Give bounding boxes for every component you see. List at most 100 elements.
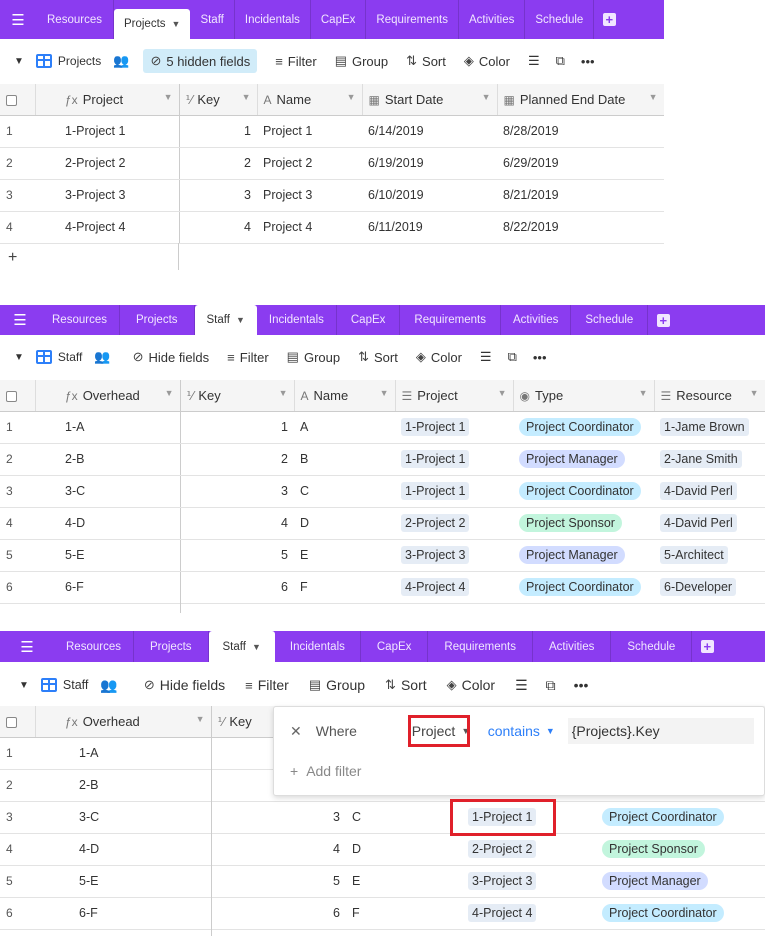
cell-name[interactable]: Project 1 — [257, 115, 362, 148]
cell-type[interactable]: Project Coordinator — [513, 411, 654, 444]
cell-start-date[interactable]: 6/19/2019 — [362, 147, 497, 180]
menu-icon[interactable]: ☰ — [0, 631, 54, 662]
sort-button[interactable]: ⇅ Sort — [385, 677, 427, 693]
view-switcher[interactable]: Staff — [40, 678, 88, 692]
cell-start-date[interactable]: 6/14/2019 — [362, 115, 497, 148]
filter-button[interactable]: ≡ Filter — [245, 677, 289, 693]
cell-end-date[interactable]: 8/28/2019 — [497, 115, 664, 148]
select-all-checkbox[interactable] — [0, 706, 36, 738]
tab-resources[interactable]: Resources — [40, 305, 120, 335]
sort-button[interactable]: ⇅ Sort — [358, 349, 398, 365]
cell-name[interactable]: B — [294, 443, 395, 476]
collapse-icon[interactable]: ▼ — [14, 56, 24, 67]
cell-overhead[interactable]: 2-B — [59, 769, 212, 802]
cell-name[interactable]: Project 3 — [257, 179, 362, 212]
filter-button[interactable]: ≡ Filter — [227, 350, 268, 365]
filter-button[interactable]: ≡ Filter — [275, 54, 316, 69]
column-header-overhead[interactable]: ƒx Overhead ▼ — [59, 380, 181, 412]
tab-incidentals[interactable]: Incidentals — [257, 305, 337, 335]
color-button[interactable]: ◈ Color — [447, 677, 495, 693]
cell-type[interactable]: Project Sponsor — [596, 833, 765, 866]
cell-project[interactable]: 2-Project 2 — [395, 507, 513, 540]
linked-record-pill[interactable]: 1-Jame Brown — [660, 418, 749, 436]
cell-type[interactable]: Project Coordinator — [513, 475, 654, 508]
add-filter-button[interactable]: + Add filter — [290, 763, 361, 779]
linked-record-pill[interactable]: 4-Project 4 — [468, 904, 537, 922]
cell-end-date[interactable]: 8/22/2019 — [497, 211, 664, 244]
share-icon[interactable]: ⧉ — [556, 53, 565, 69]
group-button[interactable]: ▤ Group — [309, 677, 365, 693]
tab-activities[interactable]: Activities — [501, 305, 572, 335]
cell-name[interactable]: F — [346, 897, 456, 930]
chevron-down-icon[interactable]: ▼ — [380, 388, 389, 398]
tab-staff[interactable]: Staff ▼ — [208, 631, 275, 662]
cell-key[interactable]: 5 — [211, 865, 346, 898]
tab-requirements[interactable]: Requirements — [400, 305, 501, 335]
chevron-down-icon[interactable]: ▼ — [236, 315, 245, 325]
cell-key[interactable]: 4 — [211, 833, 346, 866]
column-header-start-date[interactable]: ▦ Start Date ▼ — [362, 84, 498, 116]
cell-project[interactable]: 3-Project 3 — [456, 865, 596, 898]
tab-capex[interactable]: CapEx — [311, 0, 367, 39]
linked-record-pill[interactable]: 3-Project 3 — [401, 546, 470, 564]
cell-end-date[interactable]: 8/21/2019 — [497, 179, 664, 212]
row-height-icon[interactable]: ☰ — [480, 349, 492, 365]
chevron-down-icon[interactable]: ▼ — [242, 92, 251, 102]
view-switcher[interactable]: Staff — [35, 350, 82, 364]
tab-activities[interactable]: Activities — [533, 631, 612, 662]
tab-activities[interactable]: Activities — [459, 0, 526, 39]
table-row[interactable]: 3 3-C 3 C 1-Project 1 Project Coordinator 4-Da… — [0, 475, 765, 508]
chevron-down-icon[interactable]: ▼ — [172, 19, 181, 29]
cell-overhead[interactable]: 3-C — [59, 801, 212, 834]
cell-overhead[interactable]: 2-B — [59, 443, 181, 476]
cell-project[interactable]: 3-Project 3 — [59, 179, 180, 212]
table-row[interactable]: 1 1-Project 1 1 Project 1 6/14/2019 8/28/2019 — [0, 115, 664, 148]
cell-resource[interactable]: 2-Jane Smith — [654, 443, 765, 476]
table-row[interactable]: 6 6-F 6 F 4-Project 4 Project Coordinator 6-De… — [0, 571, 765, 604]
linked-record-pill[interactable]: 2-Project 2 — [401, 514, 470, 532]
cell-type[interactable]: Project Coordinator — [596, 801, 765, 834]
row-height-icon[interactable]: ☰ — [515, 677, 528, 694]
more-icon[interactable]: ••• — [581, 54, 595, 69]
cell-overhead[interactable]: 4-D — [59, 833, 212, 866]
group-button[interactable]: ▤ Group — [335, 53, 388, 69]
cell-overhead[interactable]: 5-E — [59, 865, 212, 898]
tab-resources[interactable]: Resources — [54, 631, 134, 662]
cell-key[interactable]: 3 — [180, 475, 294, 508]
cell-project[interactable]: 3-Project 3 — [395, 539, 513, 572]
more-icon[interactable]: ••• — [533, 350, 547, 365]
cell-key[interactable]: 5 — [180, 539, 294, 572]
cell-project[interactable]: 4-Project 4 — [395, 571, 513, 604]
cell-key[interactable]: 2 — [179, 147, 257, 180]
chevron-down-icon[interactable]: ▼ — [347, 92, 356, 102]
linked-record-pill[interactable]: 3-Project 3 — [468, 872, 537, 890]
cell-name[interactable]: Project 4 — [257, 211, 362, 244]
menu-icon[interactable]: ☰ — [0, 0, 36, 39]
cell-name[interactable]: C — [294, 475, 395, 508]
view-switcher[interactable]: Projects — [35, 54, 101, 68]
cell-type[interactable]: Project Sponsor — [513, 507, 654, 540]
cell-resource[interactable]: 6-Developer — [654, 571, 765, 604]
column-header-overhead[interactable]: ƒx Overhead ▼ — [59, 706, 212, 738]
linked-record-pill[interactable]: 6-Developer — [660, 578, 737, 596]
tab-staff[interactable]: Staff — [190, 0, 235, 39]
cell-project[interactable]: 1-Project 1 — [59, 115, 180, 148]
hidden-fields-button[interactable]: ⊘ 5 hidden fields — [143, 49, 258, 73]
cell-key[interactable]: 3 — [179, 179, 257, 212]
chevron-down-icon[interactable]: ▼ — [279, 388, 288, 398]
column-header-name[interactable]: A Name ▼ — [257, 84, 363, 116]
sort-button[interactable]: ⇅ Sort — [406, 53, 446, 69]
color-button[interactable]: ◈ Color — [416, 349, 462, 365]
cell-name[interactable]: Project 2 — [257, 147, 362, 180]
cell-name[interactable]: C — [346, 801, 456, 834]
chevron-down-icon[interactable]: ▼ — [750, 388, 759, 398]
filter-value-input[interactable]: {Projects}.Key — [567, 718, 754, 744]
cell-overhead[interactable]: 6-F — [59, 571, 181, 604]
cell-name[interactable]: E — [294, 539, 395, 572]
cell-start-date[interactable]: 6/11/2019 — [362, 211, 497, 244]
cell-overhead[interactable]: 4-D — [59, 507, 181, 540]
cell-type[interactable]: Project Coordinator — [513, 571, 654, 604]
table-row[interactable]: 3 3-Project 3 3 Project 3 6/10/2019 8/21/2019 — [0, 179, 664, 212]
cell-resource[interactable]: 1-Jame Brown — [654, 411, 765, 444]
linked-record-pill[interactable]: 5-Architect — [660, 546, 728, 564]
